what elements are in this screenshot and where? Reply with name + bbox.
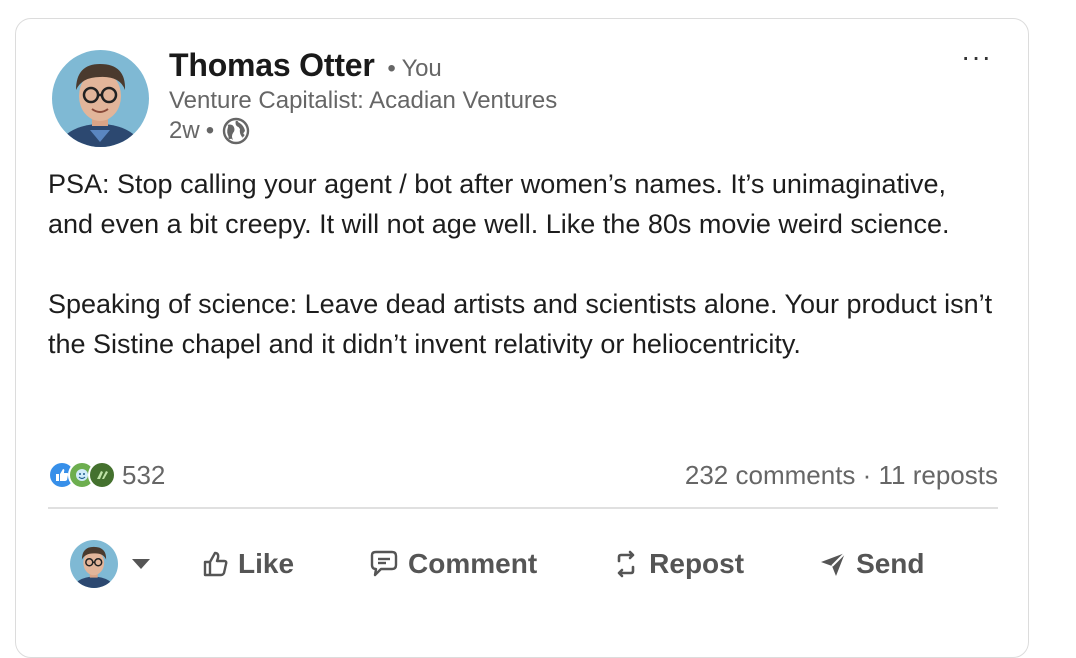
action-bar: Like Comment Repost Send	[48, 539, 998, 589]
like-button[interactable]: Like	[200, 548, 294, 580]
post-meta: 2w •	[169, 117, 250, 145]
author-relation: • You	[387, 55, 442, 82]
support-icon	[88, 461, 116, 489]
author-avatar[interactable]	[52, 50, 149, 147]
comments-reposts-count[interactable]: 232 comments · 11 reposts	[685, 460, 998, 491]
post-age: 2w	[169, 117, 200, 144]
chevron-down-icon	[132, 559, 150, 569]
send-icon	[821, 552, 846, 576]
actor-selector[interactable]	[70, 540, 150, 588]
comment-label: Comment	[408, 548, 538, 579]
divider	[48, 507, 998, 509]
post-menu-button[interactable]: ···	[961, 43, 992, 71]
author-name-row[interactable]: Thomas Otter • You	[169, 47, 442, 84]
reaction-count: 532	[122, 459, 166, 490]
meta-separator: •	[205, 117, 215, 144]
reactions-summary[interactable]: 532	[48, 460, 165, 491]
like-label: Like	[238, 548, 295, 579]
reaction-icons	[48, 461, 116, 489]
comment-button[interactable]: Comment	[368, 548, 537, 580]
send-button[interactable]: Send	[818, 548, 925, 580]
post-body: PSA: Stop calling your agent / bot after…	[48, 164, 998, 364]
send-label: Send	[856, 548, 925, 579]
repost-label: Repost	[649, 548, 745, 579]
thumbs-up-icon	[203, 551, 228, 577]
repost-button[interactable]: Repost	[611, 548, 744, 580]
author-headline: Venture Capitalist: Acadian Ventures	[169, 87, 558, 114]
comment-icon	[370, 550, 398, 577]
globe-icon	[222, 117, 250, 145]
post-paragraph: Speaking of science: Leave dead artists …	[48, 289, 993, 359]
repost-icon	[617, 550, 635, 578]
post-card: Thomas Otter • You Venture Capitalist: A…	[15, 18, 1029, 658]
author-name[interactable]: Thomas Otter	[169, 47, 375, 83]
post-paragraph: PSA: Stop calling your agent / bot after…	[48, 169, 950, 239]
social-counts-bar: 532 232 comments · 11 reposts	[48, 455, 998, 495]
actor-avatar	[70, 540, 118, 588]
